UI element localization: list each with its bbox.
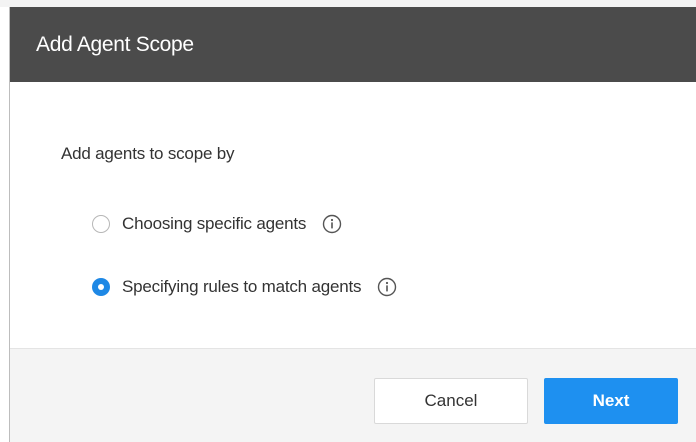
next-button[interactable]: Next (544, 378, 678, 424)
info-icon[interactable] (322, 214, 342, 234)
dialog-title: Add Agent Scope (36, 33, 194, 56)
background-strip (0, 0, 696, 7)
option-label: Choosing specific agents (122, 214, 307, 233)
info-icon[interactable] (377, 277, 397, 297)
cancel-button[interactable]: Cancel (374, 378, 528, 424)
dialog-body: Add agents to scope by Choosing specific… (10, 82, 696, 348)
radio-specifying-rules[interactable] (92, 278, 110, 296)
scope-prompt-label: Add agents to scope by (61, 144, 235, 163)
radio-choosing-specific-agents[interactable] (92, 215, 110, 233)
dialog-footer: Cancel Next (10, 348, 696, 442)
add-agent-scope-dialog: Add Agent Scope Add agents to scope by C… (9, 7, 696, 442)
option-label: Specifying rules to match agents (122, 277, 362, 296)
option-specifying-rules[interactable]: Specifying rules to match agents (92, 273, 397, 301)
page: Add Agent Scope Add agents to scope by C… (0, 0, 696, 442)
dialog-header: Add Agent Scope (10, 7, 696, 82)
option-choosing-specific-agents[interactable]: Choosing specific agents (92, 210, 342, 238)
